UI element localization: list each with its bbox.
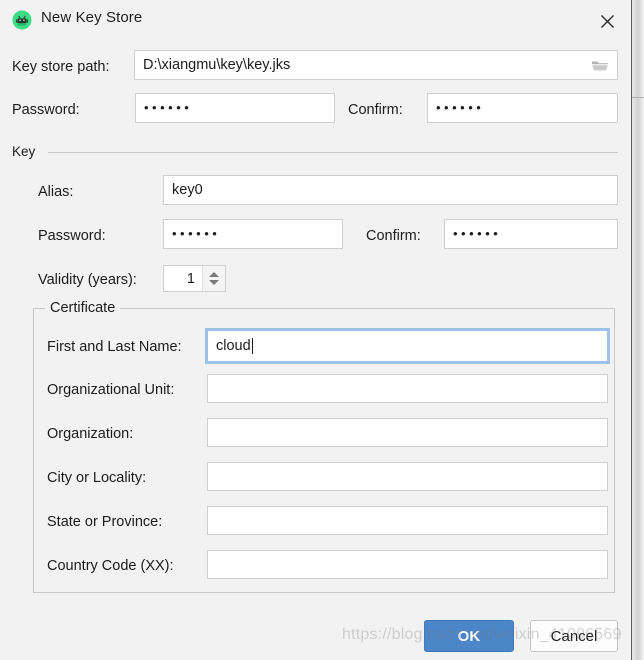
key-confirm-input[interactable]: •••••• (444, 219, 618, 249)
keystore-password-input[interactable]: •••••• (135, 93, 335, 123)
android-studio-icon (12, 10, 32, 30)
cancel-button[interactable]: Cancel (530, 620, 618, 652)
stepper-arrows[interactable] (202, 266, 225, 291)
key-password-input[interactable]: •••••• (163, 219, 343, 249)
key-validity-value[interactable]: 1 (164, 266, 202, 291)
keystore-path-label: Key store path: (12, 59, 110, 75)
window-outer-edge-seam (632, 97, 644, 98)
keystore-path-value: D:\xiangmu\key\key.jks (143, 57, 291, 73)
key-alias-input[interactable]: key0 (163, 175, 618, 205)
cert-city-locality-label: City or Locality: (47, 470, 147, 486)
cert-organizational-unit-input[interactable] (207, 374, 608, 403)
keystore-password-label: Password: (12, 102, 80, 118)
new-key-store-dialog: New Key Store Key store path: D:\xiangmu… (0, 0, 632, 660)
key-alias-value: key0 (172, 182, 203, 198)
key-password-value: •••••• (172, 226, 221, 241)
close-icon[interactable] (588, 6, 626, 36)
cert-country-code-input[interactable] (207, 550, 608, 579)
cert-first-last-name-label: First and Last Name: (47, 339, 182, 355)
key-confirm-value: •••••• (453, 226, 502, 241)
cert-state-province-label: State or Province: (47, 514, 163, 530)
key-validity-stepper[interactable]: 1 (163, 265, 226, 292)
keystore-confirm-label: Confirm: (348, 102, 403, 118)
cert-organizational-unit-label: Organizational Unit: (47, 382, 175, 398)
cert-first-last-name-input[interactable]: cloud (207, 330, 608, 362)
keystore-confirm-value: •••••• (436, 100, 485, 115)
chevron-up-icon[interactable] (209, 272, 219, 277)
chevron-down-icon[interactable] (209, 280, 219, 285)
title-bar: New Key Store (0, 0, 631, 41)
window-outer-edge (632, 0, 644, 660)
page-title: New Key Store (41, 9, 143, 26)
key-password-label: Password: (38, 228, 106, 244)
cert-organization-label: Organization: (47, 426, 134, 442)
keystore-path-input[interactable]: D:\xiangmu\key\key.jks (134, 50, 618, 80)
ok-button[interactable]: OK (424, 620, 514, 652)
keystore-password-value: •••••• (144, 100, 193, 115)
key-group-legend: Key (12, 144, 42, 159)
cert-country-code-label: Country Code (XX): (47, 558, 174, 574)
certificate-group-legend: Certificate (45, 300, 121, 316)
cert-organization-input[interactable] (207, 418, 608, 447)
key-group-separator (48, 152, 618, 153)
folder-icon[interactable] (591, 58, 609, 72)
key-validity-label: Validity (years): (38, 272, 137, 288)
text-caret (251, 338, 253, 354)
key-alias-label: Alias: (38, 184, 74, 200)
keystore-confirm-input[interactable]: •••••• (427, 93, 618, 123)
cert-first-last-name-value: cloud (216, 338, 251, 354)
cert-city-locality-input[interactable] (207, 462, 608, 491)
cert-state-province-input[interactable] (207, 506, 608, 535)
key-confirm-label: Confirm: (366, 228, 421, 244)
